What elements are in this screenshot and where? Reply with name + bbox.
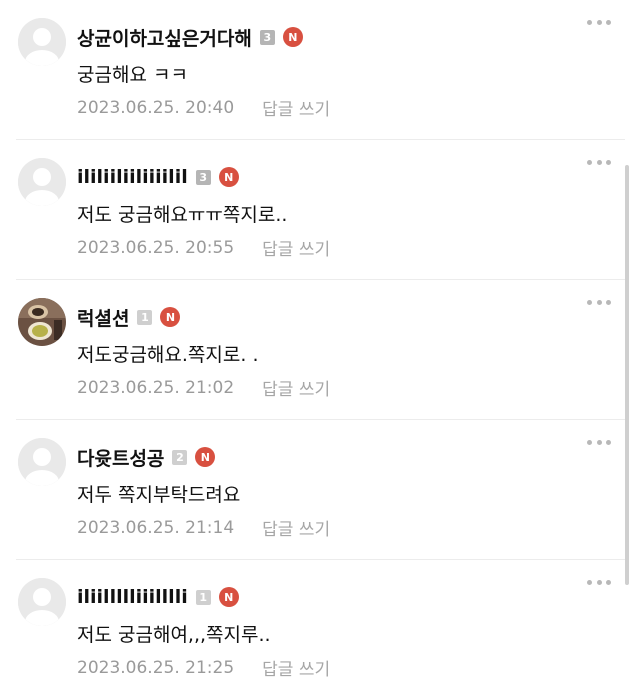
comment-meta: 2023.06.25. 21:25 답글 쓰기 <box>77 655 330 681</box>
author-row: iliillllliiilllli 1 N <box>77 584 239 610</box>
person-silhouette-icon <box>18 18 66 66</box>
author-row: 상균이하고싶은거다해 3 N <box>77 24 303 50</box>
comment-text: 궁금해요 ㅋㅋ <box>77 64 188 86</box>
more-dots-icon[interactable] <box>587 20 611 26</box>
more-dots-icon[interactable] <box>587 440 611 446</box>
new-badge: N <box>160 307 181 327</box>
comment-date: 2023.06.25. 21:25 <box>77 657 235 678</box>
comment-item: 럭셜션 1 N 저도궁금해요.쪽지로. . 2023.06.25. 21:02 … <box>0 280 641 420</box>
author-row: 다윳트성공 2 N <box>77 444 216 471</box>
author-row: 럭셜션 1 N <box>77 304 181 331</box>
reply-button[interactable]: 답글 쓰기 <box>262 375 330 400</box>
avatar[interactable] <box>18 438 66 486</box>
level-badge: 2 <box>172 449 188 465</box>
person-silhouette-icon <box>18 438 66 486</box>
level-badge: 1 <box>195 589 211 605</box>
comment-meta: 2023.06.25. 20:55 답글 쓰기 <box>77 235 330 261</box>
new-badge: N <box>282 27 303 47</box>
comment-meta: 2023.06.25. 21:14 답글 쓰기 <box>77 515 330 541</box>
comment-item: ililiiliiliiiilil 3 N 저도 궁금해요ㅠㅠ쪽지로.. 202… <box>0 140 641 280</box>
new-badge: N <box>218 167 239 187</box>
person-silhouette-icon <box>18 578 66 626</box>
new-badge: N <box>195 447 216 467</box>
comment-meta: 2023.06.25. 21:02 답글 쓰기 <box>77 375 330 401</box>
comment-date: 2023.06.25. 21:14 <box>77 517 235 538</box>
comment-date: 2023.06.25. 21:02 <box>77 377 235 398</box>
scrollbar[interactable] <box>625 165 629 585</box>
author-name[interactable]: ililiiliiliiiilil <box>77 166 188 188</box>
avatar[interactable] <box>18 158 66 206</box>
comment-item: 상균이하고싶은거다해 3 N 궁금해요 ㅋㅋ 2023.06.25. 20:40… <box>0 0 641 140</box>
reply-button[interactable]: 답글 쓰기 <box>262 95 330 120</box>
reply-button[interactable]: 답글 쓰기 <box>262 235 330 260</box>
comment-list: 상균이하고싶은거다해 3 N 궁금해요 ㅋㅋ 2023.06.25. 20:40… <box>0 0 641 700</box>
avatar[interactable] <box>18 578 66 626</box>
author-name[interactable]: 다윳트성공 <box>77 444 164 471</box>
comment-text: 저도 궁금해여,,,쪽지루.. <box>77 624 271 646</box>
food-photo-avatar <box>18 298 66 346</box>
comment-meta: 2023.06.25. 20:40 답글 쓰기 <box>77 95 330 121</box>
comment-text: 저두 쪽지부탁드려요 <box>77 484 241 506</box>
author-row: ililiiliiliiiilil 3 N <box>77 164 239 190</box>
new-badge: N <box>218 587 239 607</box>
level-badge: 3 <box>195 169 211 185</box>
reply-button[interactable]: 답글 쓰기 <box>262 515 330 540</box>
level-badge: 3 <box>259 29 275 45</box>
person-silhouette-icon <box>18 158 66 206</box>
comment-text: 저도 궁금해요ㅠㅠ쪽지로.. <box>77 204 288 226</box>
level-badge: 1 <box>137 309 153 325</box>
comment-date: 2023.06.25. 20:40 <box>77 97 235 118</box>
more-dots-icon[interactable] <box>587 160 611 166</box>
more-dots-icon[interactable] <box>587 580 611 586</box>
author-name[interactable]: 럭셜션 <box>77 304 129 331</box>
author-name[interactable]: iliillllliiilllli <box>77 586 188 608</box>
avatar[interactable] <box>18 298 66 346</box>
avatar[interactable] <box>18 18 66 66</box>
more-dots-icon[interactable] <box>587 300 611 306</box>
comment-text: 저도궁금해요.쪽지로. . <box>77 344 259 366</box>
comment-item: 다윳트성공 2 N 저두 쪽지부탁드려요 2023.06.25. 21:14 답… <box>0 420 641 560</box>
comment-item: iliillllliiilllli 1 N 저도 궁금해여,,,쪽지루.. 20… <box>0 560 641 700</box>
reply-button[interactable]: 답글 쓰기 <box>262 655 330 680</box>
author-name[interactable]: 상균이하고싶은거다해 <box>77 24 252 51</box>
comment-date: 2023.06.25. 20:55 <box>77 237 235 258</box>
